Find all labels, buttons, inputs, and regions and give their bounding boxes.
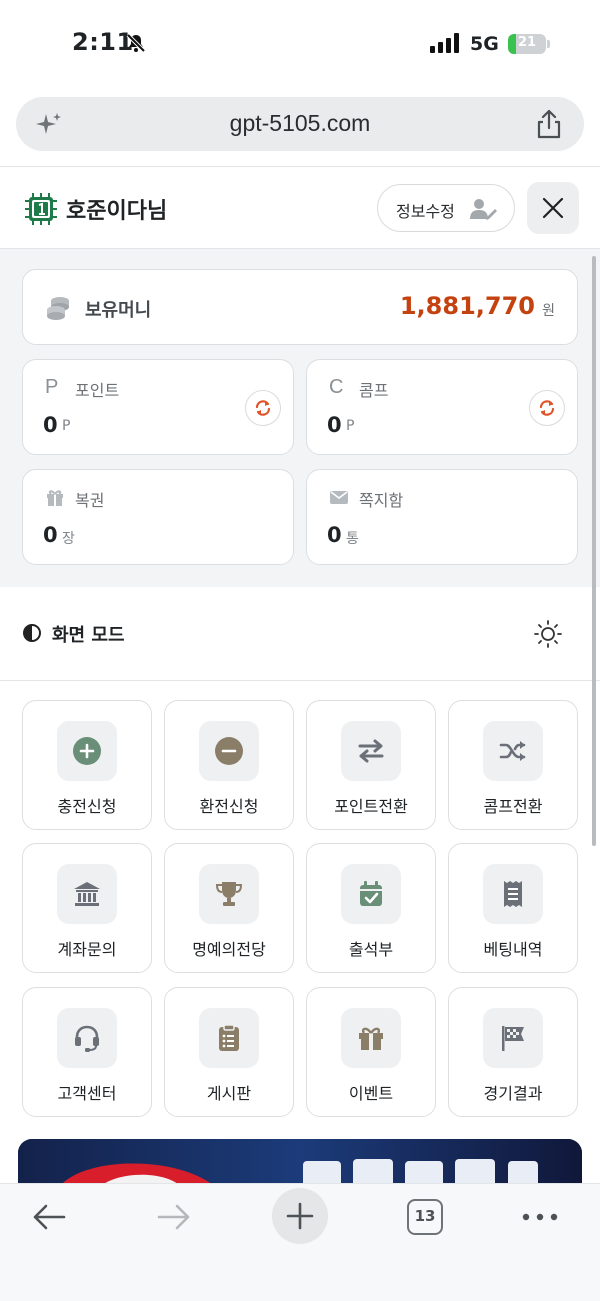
scrollbar[interactable] <box>592 256 596 846</box>
ticket-value: 0 <box>43 523 58 547</box>
close-button[interactable] <box>527 182 579 234</box>
menu-bet-history[interactable]: 베팅내역 <box>448 843 578 973</box>
close-icon <box>542 197 564 219</box>
ticket-unit: 장 <box>62 531 75 547</box>
balance-amount: 1,881,770 <box>399 292 535 320</box>
chip-logo-icon <box>25 193 57 225</box>
checkered-flag-icon <box>502 1026 524 1051</box>
new-tab-button[interactable] <box>272 1188 328 1244</box>
trophy-icon <box>215 882 243 906</box>
menu-label: 포인트전환 <box>334 797 408 816</box>
address-bar[interactable]: gpt-5105.com <box>16 97 584 151</box>
menu-label: 게시판 <box>206 1084 252 1103</box>
minus-circle-icon <box>215 737 243 765</box>
divider <box>0 680 600 681</box>
point-label: 포인트 <box>75 381 120 400</box>
menu-label: 고객센터 <box>57 1084 117 1103</box>
balance-unit: 원 <box>542 303 555 319</box>
balance-card: 보유머니 1,881,770 원 <box>22 269 578 345</box>
menu-hall-of-fame[interactable]: 명예의전당 <box>164 843 294 973</box>
screen-mode-label: 화면 모드 <box>52 625 125 646</box>
ticket-card[interactable]: 복권 0 장 <box>22 469 294 565</box>
user-edit-icon <box>470 199 497 220</box>
comp-unit: P <box>346 418 355 434</box>
coins-icon <box>47 297 69 320</box>
comp-card: C 콤프 0 P <box>306 359 578 455</box>
divider <box>0 166 600 167</box>
message-label: 쪽지함 <box>359 491 404 510</box>
calendar-check-icon <box>360 881 382 906</box>
message-unit: 통 <box>346 531 359 547</box>
message-value: 0 <box>327 523 342 547</box>
gift-icon <box>359 1027 383 1050</box>
message-card[interactable]: 쪽지함 0 통 <box>306 469 578 565</box>
edit-profile-label: 정보수정 <box>396 202 455 221</box>
menu-comp-convert[interactable]: 콤프전환 <box>448 700 578 830</box>
balance-label: 보유머니 <box>85 300 152 321</box>
tab-count-button[interactable]: 13 <box>407 1199 443 1235</box>
menu-event[interactable]: 이벤트 <box>306 987 436 1117</box>
promo-banner[interactable] <box>18 1139 582 1189</box>
menu-label: 명예의전당 <box>192 940 266 959</box>
menu-match-results[interactable]: 경기결과 <box>448 987 578 1117</box>
browser-toolbar: 13 <box>0 1183 600 1301</box>
clipboard-list-icon <box>219 1024 239 1051</box>
point-glyph: P <box>45 376 59 398</box>
menu-label: 충전신청 <box>57 797 117 816</box>
bell-muted-icon <box>126 33 146 53</box>
menu-label: 콤프전환 <box>483 797 543 816</box>
arrows-swap-icon <box>358 739 384 763</box>
menu-label: 경기결과 <box>483 1084 543 1103</box>
point-refresh-button[interactable] <box>245 390 281 426</box>
refresh-icon <box>539 400 555 416</box>
wallet-panel: 보유머니 1,881,770 원 P 포인트 0 P C 콤프 0 P 복권 0… <box>0 249 600 587</box>
bank-icon <box>74 882 100 906</box>
menu-board[interactable]: 게시판 <box>164 987 294 1117</box>
ticket-label: 복권 <box>75 491 105 510</box>
status-bar: 2:11 5G 21 <box>0 0 600 90</box>
battery-indicator: 21 <box>508 34 550 54</box>
gift-icon <box>47 490 63 506</box>
point-unit: P <box>62 418 71 434</box>
menu-withdraw[interactable]: 환전신청 <box>164 700 294 830</box>
menu-customer-center[interactable]: 고객센터 <box>22 987 152 1117</box>
menu-label: 계좌문의 <box>57 940 117 959</box>
sun-icon[interactable] <box>533 619 563 649</box>
menu-deposit[interactable]: 충전신청 <box>22 700 152 830</box>
menu-label: 이벤트 <box>348 1084 394 1103</box>
comp-label: 콤프 <box>359 381 389 400</box>
envelope-icon <box>330 491 348 504</box>
banner-art <box>18 1139 582 1189</box>
menu-account-inquiry[interactable]: 계좌문의 <box>22 843 152 973</box>
headset-icon <box>75 1025 99 1052</box>
menu-label: 환전신청 <box>199 797 259 816</box>
point-value: 0 <box>43 413 58 437</box>
receipt-icon <box>504 881 522 907</box>
plus-circle-icon <box>73 737 101 765</box>
forward-arrow-icon[interactable] <box>155 1202 193 1232</box>
network-type: 5G <box>470 33 499 55</box>
status-time: 2:11 <box>72 28 134 56</box>
cell-signal-icon <box>430 33 459 53</box>
back-arrow-icon[interactable] <box>30 1202 68 1232</box>
menu-label: 베팅내역 <box>483 940 543 959</box>
shuffle-icon <box>499 741 526 761</box>
menu-point-convert[interactable]: 포인트전환 <box>306 700 436 830</box>
plus-icon <box>286 1202 314 1230</box>
point-card: P 포인트 0 P <box>22 359 294 455</box>
more-dots-icon[interactable] <box>520 1204 560 1230</box>
url-text[interactable]: gpt-5105.com <box>16 110 584 137</box>
edit-profile-button[interactable]: 정보수정 <box>377 184 515 232</box>
battery-label: 21 <box>517 35 537 50</box>
username: 호준이다님 <box>66 199 168 224</box>
contrast-icon <box>23 624 41 642</box>
comp-value: 0 <box>327 413 342 437</box>
comp-refresh-button[interactable] <box>529 390 565 426</box>
refresh-icon <box>255 400 271 416</box>
menu-label: 출석부 <box>348 940 394 959</box>
share-icon[interactable] <box>534 108 564 140</box>
menu-attendance[interactable]: 출석부 <box>306 843 436 973</box>
comp-glyph: C <box>329 376 344 398</box>
